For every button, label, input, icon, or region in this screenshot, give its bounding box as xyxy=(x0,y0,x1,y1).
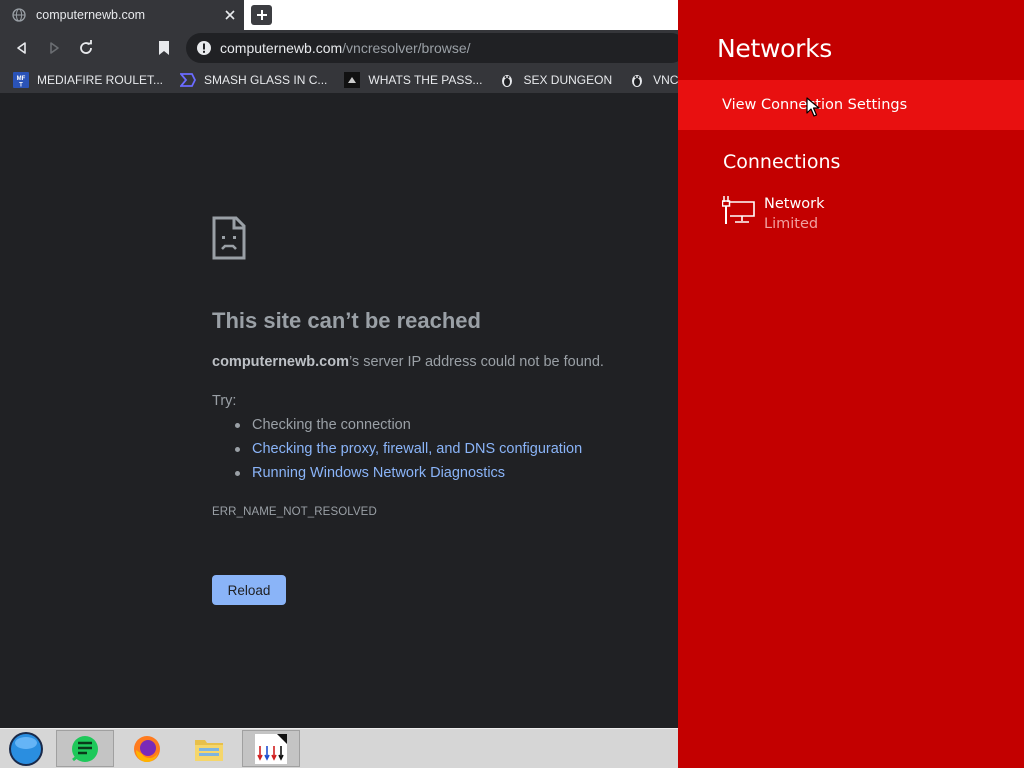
bookmark-mediafire[interactable]: MF T MEDIAFIRE ROULET... xyxy=(13,71,164,88)
url-path: /vncresolver/browse/ xyxy=(342,40,471,56)
networks-title: Networks xyxy=(717,34,833,63)
bookmark-icon[interactable] xyxy=(155,39,173,57)
tux-icon xyxy=(499,72,515,88)
svg-text:MF: MF xyxy=(17,76,26,82)
url-text: computernewb.com/vncresolver/browse/ xyxy=(220,40,471,56)
firefox-icon[interactable] xyxy=(118,730,176,767)
bookmarks-bar: MF T MEDIAFIRE ROULET... SMASH GLASS IN C… xyxy=(0,66,678,94)
bookmark-label: MEDIAFIRE ROULET... xyxy=(37,72,164,87)
notes-app-icon[interactable] xyxy=(56,730,114,767)
suggestion-diagnostics-link[interactable]: Running Windows Network Diagnostics xyxy=(232,464,582,488)
url-host: computernewb.com xyxy=(220,40,343,56)
tab-title: computernewb.com xyxy=(36,8,146,22)
view-connection-settings-label: View Connection Settings xyxy=(722,97,908,113)
error-description: computernewb.com’s server IP address cou… xyxy=(212,354,604,370)
back-icon[interactable] xyxy=(13,39,31,57)
globe-icon xyxy=(12,8,26,22)
error-title: This site can’t be reached xyxy=(212,308,481,333)
error-description-text: ’s server IP address could not be found. xyxy=(348,354,604,370)
reload-button[interactable]: Reload xyxy=(212,575,286,605)
bookmark-smash-glass[interactable]: SMASH GLASS IN C... xyxy=(180,72,327,88)
taskbar xyxy=(0,728,678,768)
plus-icon xyxy=(256,10,267,20)
visual-studio-icon xyxy=(180,72,197,88)
mediafire-icon: MF T xyxy=(13,71,29,88)
info-icon[interactable] xyxy=(196,40,212,56)
suggestion-check-connection: Checking the connection xyxy=(232,416,582,440)
tab-strip: computernewb.com xyxy=(0,0,678,30)
browser-toolbar: computernewb.com/vncresolver/browse/ xyxy=(0,30,678,66)
bookmark-label: SEX DUNGEON xyxy=(523,72,613,87)
error-host: computernewb.com xyxy=(212,354,349,370)
suggestion-list: Checking the connection Checking the pro… xyxy=(232,416,582,488)
arrows-app-icon[interactable] xyxy=(242,730,300,767)
connection-status: Limited xyxy=(764,216,819,232)
browser-window: computernewb.com computernewb.com/vncres… xyxy=(0,0,678,728)
file-explorer-icon[interactable] xyxy=(180,730,238,767)
suggestion-proxy-link[interactable]: Checking the proxy, firewall, and DNS co… xyxy=(232,440,582,464)
connections-heading: Connections xyxy=(723,151,841,173)
refresh-icon[interactable] xyxy=(77,39,95,57)
start-orb-icon[interactable] xyxy=(6,731,46,767)
tux-icon xyxy=(629,72,645,88)
bookmark-label: VNC FUN xyxy=(653,72,678,87)
bookmark-sex-dungeon[interactable]: SEX DUNGEON xyxy=(499,72,612,88)
bookmark-label: SMASH GLASS IN C... xyxy=(204,72,328,87)
bookmark-label: WHATS THE PASS... xyxy=(368,72,483,87)
networks-panel: Networks View Connection Settings Connec… xyxy=(678,0,1024,768)
bookmark-vnc-fun[interactable]: VNC FUN xyxy=(629,72,678,88)
wired-network-icon xyxy=(722,196,755,224)
connection-name: Network xyxy=(764,196,825,212)
new-tab-button[interactable] xyxy=(251,5,272,25)
forward-icon[interactable] xyxy=(45,39,63,57)
address-bar[interactable]: computernewb.com/vncresolver/browse/ xyxy=(186,33,678,63)
view-connection-settings-button[interactable]: View Connection Settings xyxy=(678,80,1024,130)
network-connection-item[interactable]: Network Limited xyxy=(722,192,1012,238)
browser-tab[interactable]: computernewb.com xyxy=(0,0,244,30)
close-icon[interactable] xyxy=(222,7,238,23)
dark-square-icon xyxy=(344,71,361,88)
error-code: ERR_NAME_NOT_RESOLVED xyxy=(212,506,377,518)
svg-text:T: T xyxy=(19,82,23,88)
error-page: This site can’t be reached computernewb.… xyxy=(0,94,678,728)
sad-document-icon xyxy=(212,216,246,260)
bookmark-whats-the-pass[interactable]: WHATS THE PASS... xyxy=(344,71,483,88)
try-label: Try: xyxy=(212,393,237,409)
